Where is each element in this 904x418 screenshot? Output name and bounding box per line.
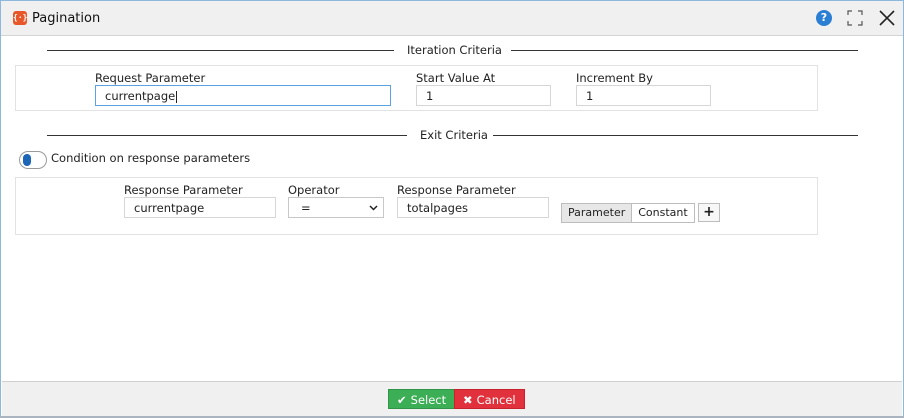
iteration-criteria-panel: Request Parameter currentpage Start Valu…: [15, 65, 818, 111]
dialog-content: Iteration Criteria Request Parameter cur…: [2, 37, 902, 381]
select-button-label: Select: [410, 393, 447, 407]
dialog-title: Pagination: [32, 11, 101, 26]
app-icon: {·}: [13, 11, 27, 25]
x-icon: ✖: [463, 393, 473, 407]
exit-criteria-heading: Exit Criteria: [420, 128, 488, 142]
response-parameter-input[interactable]: currentpage: [124, 197, 276, 218]
cancel-button-label: Cancel: [476, 393, 516, 407]
request-parameter-input[interactable]: currentpage: [95, 85, 391, 106]
toggle-knob: [23, 154, 31, 166]
value-mode-toggle: Parameter Constant: [561, 203, 695, 223]
operator-label: Operator: [288, 183, 340, 197]
iteration-criteria-heading: Iteration Criteria: [407, 43, 502, 57]
title-bar: {·} Pagination ?: [1, 1, 903, 36]
mode-constant-button[interactable]: Constant: [632, 204, 694, 222]
help-icon[interactable]: ?: [816, 10, 832, 26]
close-icon[interactable]: [878, 9, 896, 27]
condition-toggle[interactable]: [19, 151, 47, 169]
pagination-dialog: {·} Pagination ? Iteration Criteria Requ…: [0, 0, 904, 418]
increment-by-input[interactable]: 1: [576, 85, 711, 106]
cancel-button[interactable]: ✖ Cancel: [454, 389, 525, 409]
response-parameter-2-label: Response Parameter: [397, 183, 516, 197]
start-value-input[interactable]: 1: [416, 85, 551, 106]
operator-select[interactable]: =: [288, 197, 384, 218]
start-value-label: Start Value At: [416, 71, 496, 85]
operator-value: =: [301, 201, 311, 215]
condition-toggle-label: Condition on response parameters: [51, 151, 251, 165]
exit-criteria-divider: Exit Criteria: [47, 128, 858, 142]
select-button[interactable]: ✔ Select: [388, 389, 456, 409]
response-parameter-2-input[interactable]: totalpages: [397, 197, 549, 218]
add-condition-button[interactable]: +: [698, 203, 720, 222]
mode-parameter-button[interactable]: Parameter: [562, 204, 633, 222]
maximize-icon[interactable]: [847, 10, 863, 26]
request-parameter-label: Request Parameter: [95, 71, 206, 85]
iteration-criteria-divider: Iteration Criteria: [47, 43, 858, 57]
exit-criteria-panel: Response Parameter currentpage Operator …: [15, 177, 818, 235]
response-parameter-label: Response Parameter: [124, 183, 243, 197]
dialog-footer: ✔ Select ✖ Cancel: [2, 381, 902, 417]
increment-by-label: Increment By: [576, 71, 653, 85]
chevron-down-icon: [369, 205, 378, 211]
check-icon: ✔: [397, 393, 407, 407]
request-parameter-value: currentpage: [105, 89, 176, 103]
